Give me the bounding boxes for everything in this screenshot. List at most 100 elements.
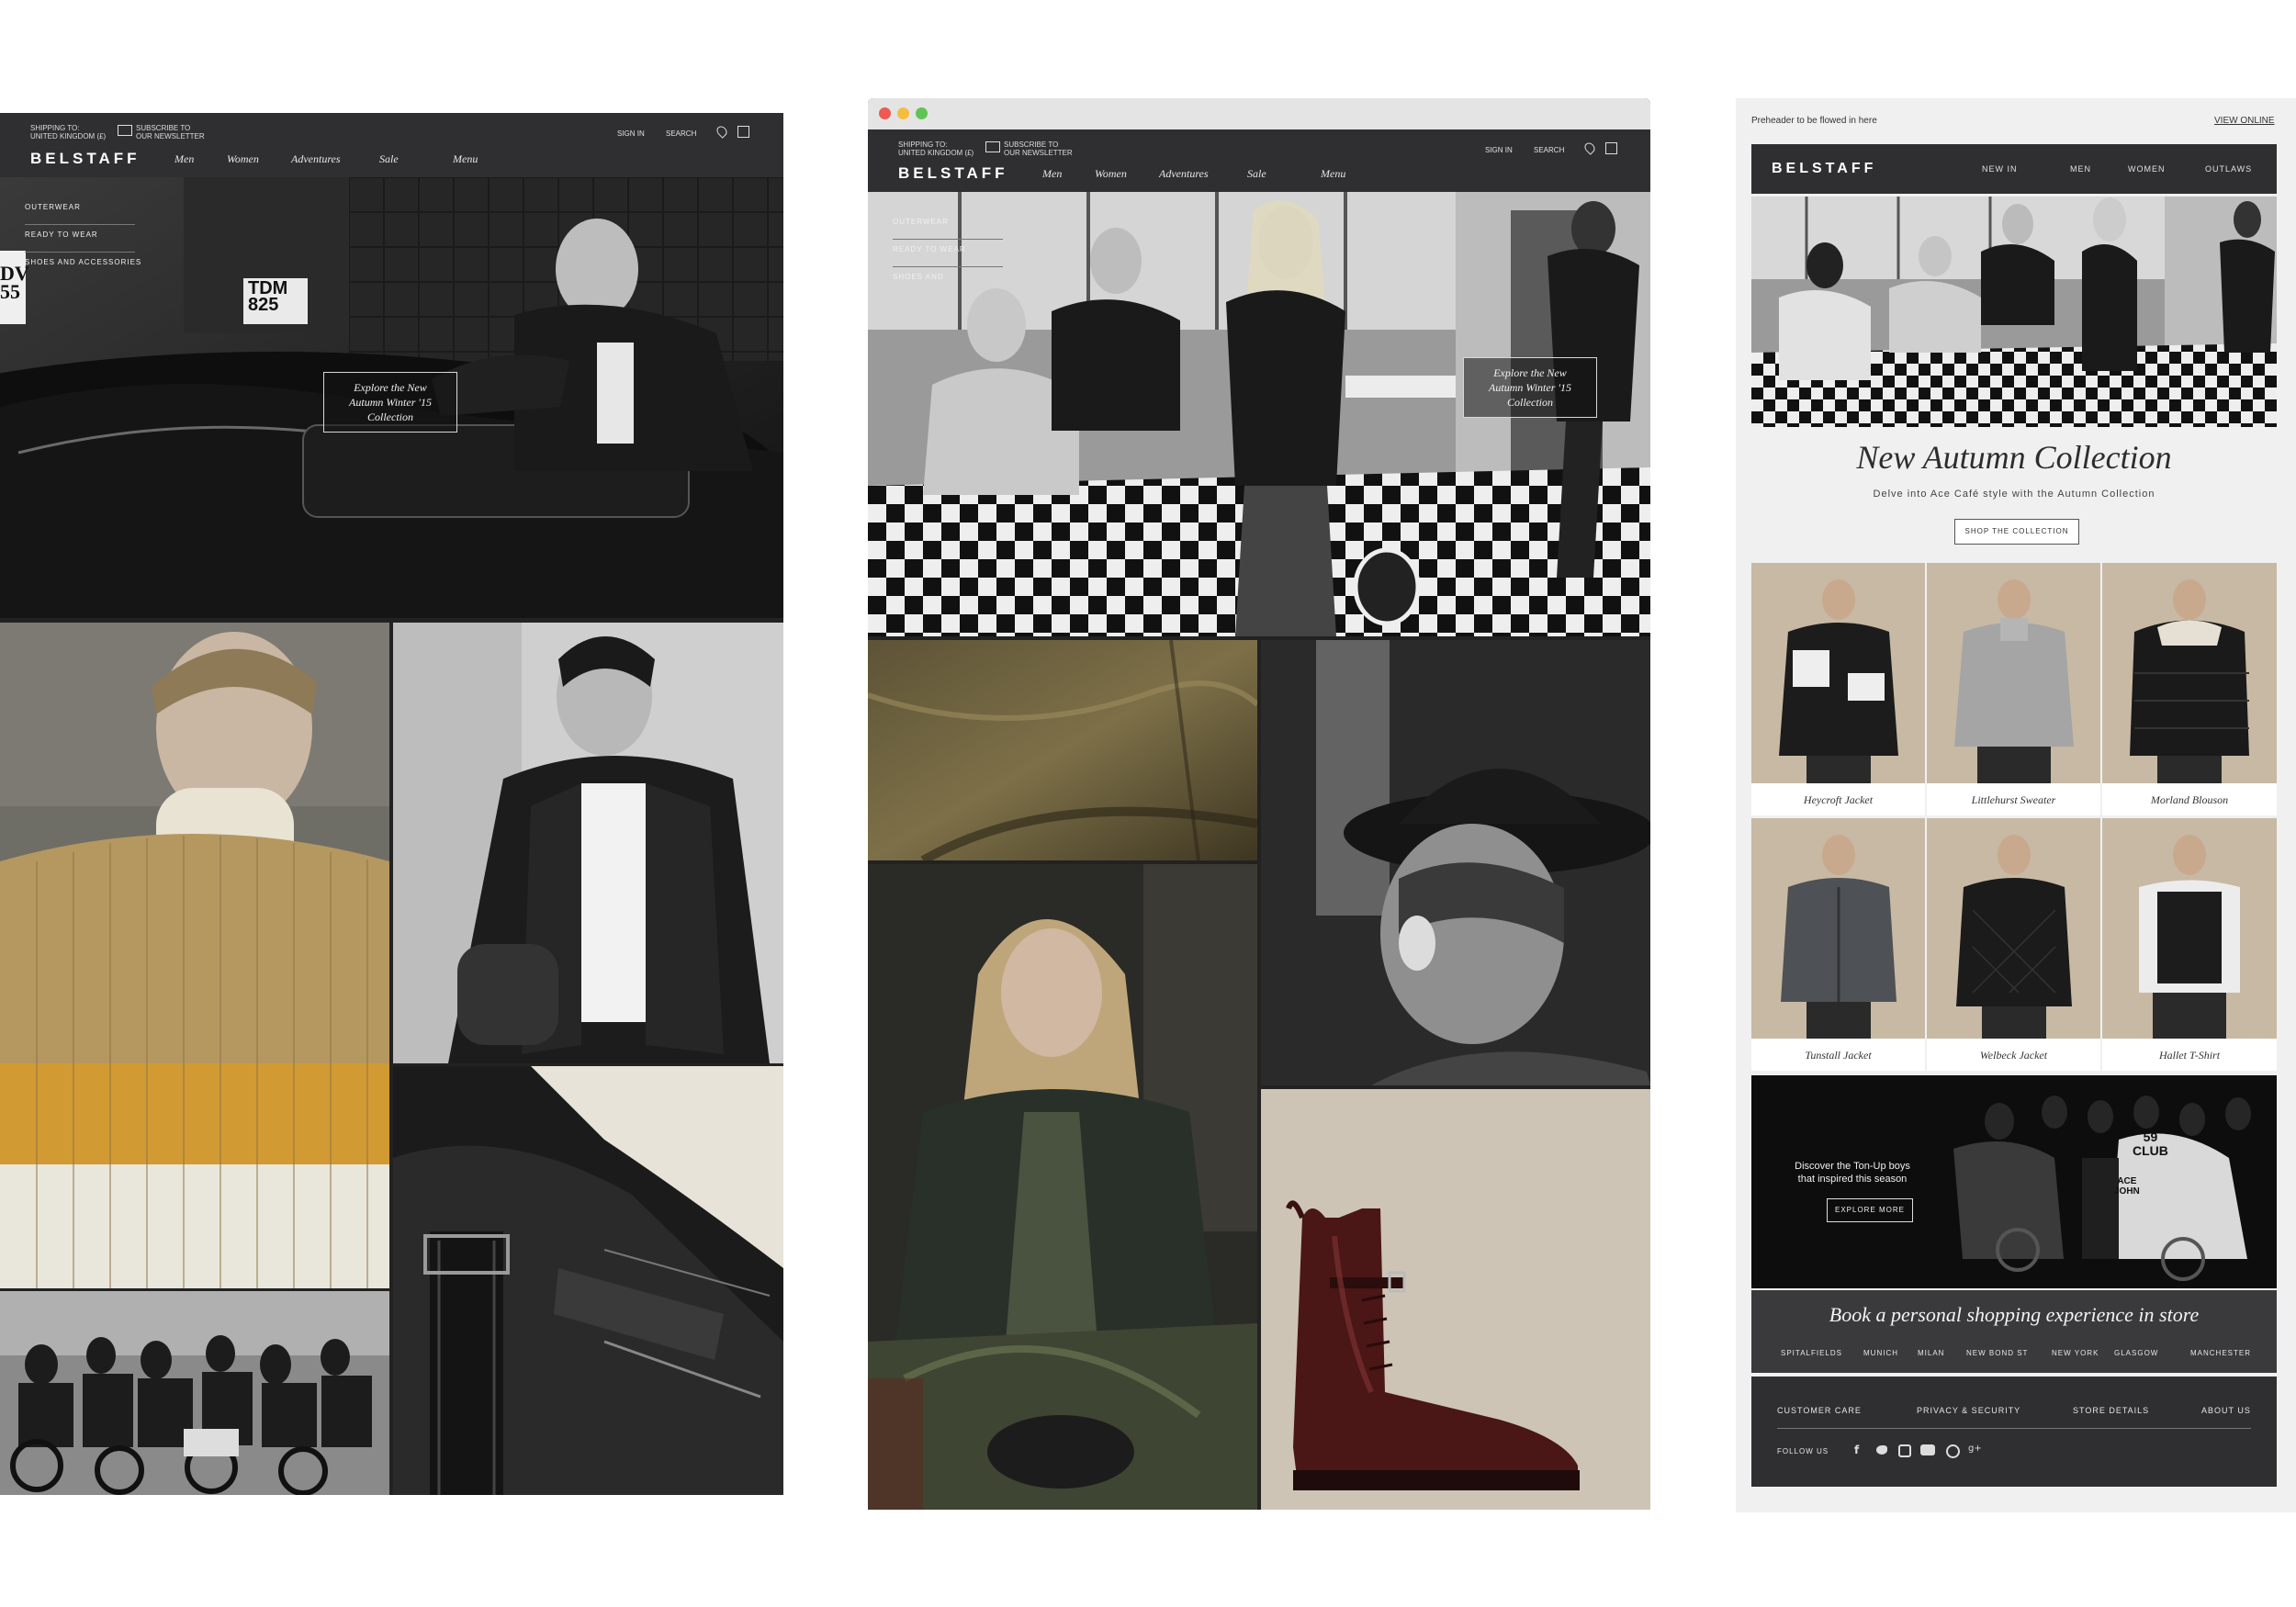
email-nav-new-in[interactable]: NEW IN <box>1982 164 2018 174</box>
leather-boot-image <box>1261 1089 1650 1510</box>
woman-leather-jacket-image <box>868 864 1257 1510</box>
explore-more-button[interactable]: EXPLORE MORE <box>1827 1198 1913 1222</box>
product-card[interactable]: Morland Blouson <box>2102 563 2277 815</box>
nav-menu[interactable]: Menu <box>1321 167 1345 181</box>
hero-image-car: DV 55 TDM 825 OUTERWEAR READY TO WEAR SHOE… <box>0 177 783 618</box>
product-image-hallet <box>2102 818 2277 1039</box>
product-name[interactable]: Hallet T-Shirt <box>2102 1049 2277 1062</box>
side-category-menu: OUTERWEAR READY TO WEAR SHOES AND <box>893 218 1003 294</box>
nav-adventures[interactable]: Adventures <box>291 152 341 166</box>
product-card[interactable]: Tunstall Jacket <box>1751 818 1925 1071</box>
category-ready-to-wear[interactable]: READY TO WEAR <box>893 245 1003 267</box>
footer-store-details[interactable]: STORE DETAILS <box>2073 1406 2149 1415</box>
store-spitalfields[interactable]: SPITALFIELDS <box>1781 1349 1842 1357</box>
shipping-selector[interactable]: SHIPPING TO: UNITED KINGDOM (£) <box>30 124 106 140</box>
store-new-york[interactable]: NEW YORK <box>2052 1349 2099 1357</box>
email-subhead: Delve into Ace Café style with the Autum… <box>1873 489 2155 500</box>
pinterest-icon[interactable] <box>1946 1444 1960 1458</box>
shearling-jacket-detail-image <box>393 1066 783 1495</box>
bag-icon[interactable] <box>1605 142 1617 154</box>
nav-men[interactable]: Men <box>1042 167 1062 181</box>
footer-privacy-security[interactable]: PRIVACY & SECURITY <box>1917 1406 2020 1415</box>
location-pin-icon[interactable] <box>1582 140 1597 155</box>
nav-women[interactable]: Women <box>227 152 259 166</box>
category-outerwear[interactable]: OUTERWEAR <box>893 218 1003 240</box>
store-munich[interactable]: MUNICH <box>1863 1349 1898 1357</box>
footer-about-us[interactable]: ABOUT US <box>2201 1406 2251 1415</box>
brand-logo[interactable]: BELSTAFF <box>30 150 141 168</box>
nav-menu[interactable]: Menu <box>453 152 478 166</box>
product-name[interactable]: Tunstall Jacket <box>1751 1049 1925 1062</box>
email-hero-image <box>1751 197 2277 427</box>
promo-jacket-text-2: ACE JOHN <box>2114 1176 2140 1197</box>
product-name[interactable]: Welbeck Jacket <box>1927 1049 2100 1062</box>
youtube-icon[interactable] <box>1920 1444 1935 1455</box>
footer-customer-care[interactable]: CUSTOMER CARE <box>1777 1406 1862 1415</box>
product-card[interactable]: Hallet T-Shirt <box>2102 818 2277 1071</box>
nav-men[interactable]: Men <box>174 152 194 166</box>
product-image-welbeck <box>1927 818 2100 1039</box>
googleplus-icon[interactable]: g+ <box>1968 1444 1982 1454</box>
product-name[interactable]: Morland Blouson <box>2102 793 2277 807</box>
store-glasgow[interactable]: GLASGOW <box>2114 1349 2158 1357</box>
store-milan[interactable]: MILAN <box>1918 1349 1944 1357</box>
product-name[interactable]: Littlehurst Sweater <box>1927 793 2100 807</box>
footer-divider <box>1777 1428 2251 1429</box>
twitter-icon[interactable] <box>1876 1445 1887 1455</box>
nav-adventures[interactable]: Adventures <box>1159 167 1209 181</box>
sweater-model-image <box>0 623 389 1288</box>
facebook-icon[interactable]: f <box>1854 1444 1865 1456</box>
leather-texture-image <box>868 640 1257 860</box>
shop-collection-button[interactable]: SHOP THE COLLECTION <box>1954 519 2079 545</box>
leather-jacket-model-image <box>393 623 783 1063</box>
hero-image-diner: OUTERWEAR READY TO WEAR SHOES AND Explor… <box>868 192 1650 636</box>
minimize-dot-icon[interactable] <box>897 107 909 119</box>
email-brand-logo[interactable]: BELSTAFF <box>1772 161 1876 177</box>
newsletter-link[interactable]: SUBSCRIBE TO OUR NEWSLETTER <box>1004 140 1073 157</box>
location-pin-icon[interactable] <box>715 124 729 139</box>
nav-sale[interactable]: Sale <box>379 152 399 166</box>
book-experience-title: Book a personal shopping experience in s… <box>1829 1303 2200 1326</box>
search-link[interactable]: SEARCH <box>666 129 696 138</box>
newsletter-link[interactable]: SUBSCRIBE TO OUR NEWSLETTER <box>136 124 205 140</box>
view-online-link[interactable]: VIEW ONLINE <box>2214 116 2275 126</box>
store-manchester[interactable]: MANCHESTER <box>2190 1349 2251 1357</box>
product-card[interactable]: Welbeck Jacket <box>1927 818 2100 1071</box>
sign-in-link[interactable]: SIGN IN <box>617 129 645 138</box>
browser-titlebar <box>868 98 1650 129</box>
store-new-bond-st[interactable]: NEW BOND ST <box>1966 1349 2028 1357</box>
category-outerwear[interactable]: OUTERWEAR <box>25 203 135 225</box>
promo-text: Discover the Ton-Up boys that inspired th… <box>1795 1161 1910 1185</box>
follow-us-label: FOLLOW US <box>1777 1447 1829 1455</box>
instagram-icon[interactable] <box>1898 1444 1911 1457</box>
email-footer: CUSTOMER CARE PRIVACY & SECURITY STORE D… <box>1751 1377 2277 1487</box>
bag-icon[interactable] <box>737 126 749 138</box>
brand-logo[interactable]: BELSTAFF <box>898 164 1008 183</box>
maximize-dot-icon[interactable] <box>916 107 928 119</box>
search-link[interactable]: SEARCH <box>1534 146 1564 154</box>
product-name[interactable]: Heycroft Jacket <box>1751 793 1925 807</box>
browser-window: SHIPPING TO: UNITED KINGDOM (£) SUBSCRIBE… <box>868 98 1650 1510</box>
email-nav-men[interactable]: MEN <box>2070 164 2091 174</box>
nav-women[interactable]: Women <box>1095 167 1127 181</box>
hero-cta-box[interactable]: Explore the New Autumn Winter '15 Collecti… <box>323 372 457 433</box>
category-ready-to-wear[interactable]: READY TO WEAR <box>25 230 135 253</box>
product-card[interactable]: Heycroft Jacket <box>1751 563 1925 815</box>
preheader-text: Preheader to be flowed in here <box>1751 116 1877 126</box>
bikers-group-image <box>0 1291 389 1495</box>
email-nav-outlaws[interactable]: OUTLAWS <box>2205 164 2252 174</box>
shipping-selector[interactable]: SHIPPING TO: UNITED KINGDOM (£) <box>898 140 974 157</box>
promo-jacket-text: 59 CLUB <box>2133 1129 2168 1158</box>
category-shoes-accessories[interactable]: SHOES AND <box>893 273 1003 294</box>
product-card[interactable]: Littlehurst Sweater <box>1927 563 2100 815</box>
sign-in-link[interactable]: SIGN IN <box>1485 146 1513 154</box>
product-image-tunstall <box>1751 818 1925 1039</box>
email-nav-women[interactable]: WOMEN <box>2128 164 2166 174</box>
nav-sale[interactable]: Sale <box>1247 167 1266 181</box>
category-shoes-accessories[interactable]: SHOES AND ACCESSORIES <box>25 258 141 279</box>
email-headline: New Autumn Collection <box>1856 439 2172 476</box>
ton-up-promo-banner: 59 CLUB ACE JOHN Discover the Ton-Up boys t… <box>1751 1075 2277 1288</box>
close-dot-icon[interactable] <box>879 107 891 119</box>
product-grid: Heycroft Jacket Littlehurst Sweater Morl… <box>1751 563 2277 1072</box>
hero-cta-box[interactable]: Explore the New Autumn Winter '15 Collecti… <box>1463 357 1597 418</box>
